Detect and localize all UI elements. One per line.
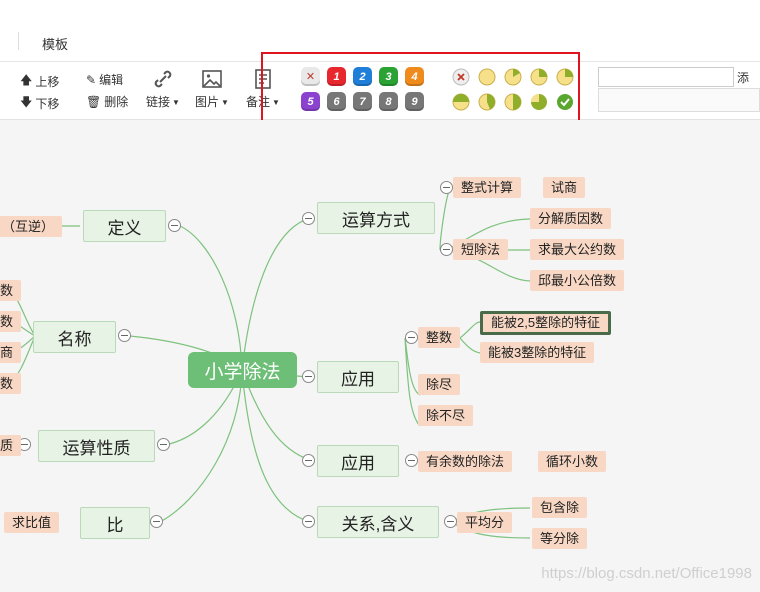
collapse-toggle[interactable] <box>444 515 457 528</box>
leaf-node[interactable]: 有余数的除法 <box>418 451 513 472</box>
node-definition[interactable]: 定义 <box>83 210 166 242</box>
collapse-toggle[interactable] <box>440 243 453 256</box>
collapse-toggle[interactable] <box>440 181 453 194</box>
collapse-toggle[interactable] <box>302 454 315 467</box>
collapse-toggle[interactable] <box>118 329 131 342</box>
collapse-toggle[interactable] <box>405 331 418 344</box>
node-ratio[interactable]: 比 <box>80 507 150 539</box>
leaf-node[interactable]: 数 <box>0 311 22 332</box>
leaf-node[interactable]: 短除法 <box>453 239 509 260</box>
collapse-toggle[interactable] <box>302 515 315 528</box>
leaf-node[interactable]: 除不尽 <box>418 405 474 426</box>
leaf-node[interactable]: 分解质因数 <box>530 208 612 229</box>
mindmap-editor: 模板 🡅 上移 🡇 下移 ✎ 编辑 🗑 删除 链接 ▼ 图片 ▼ 备注 ▼ ✕ … <box>0 0 760 592</box>
leaf-node[interactable]: 数 <box>0 280 22 301</box>
node-relations[interactable]: 关系,含义 <box>317 506 439 538</box>
collapse-toggle[interactable] <box>302 212 315 225</box>
leaf-node[interactable]: 邱最小公倍数 <box>530 270 625 291</box>
leaf-node[interactable]: 试商 <box>543 177 586 198</box>
leaf-node[interactable]: 整数 <box>418 327 461 348</box>
node-properties[interactable]: 运算性质 <box>38 430 155 462</box>
node-application[interactable]: 应用 <box>317 445 399 477</box>
leaf-node[interactable]: （互逆） <box>0 216 63 237</box>
leaf-node[interactable]: 包含除 <box>532 497 588 518</box>
selected-leaf-node[interactable]: 能被2,5整除的特征 <box>480 311 612 335</box>
root-node[interactable]: 小学除法 <box>188 352 297 388</box>
leaf-node[interactable]: 质 <box>0 435 22 456</box>
node-methods[interactable]: 运算方式 <box>317 202 435 234</box>
collapse-toggle[interactable] <box>157 438 170 451</box>
leaf-node[interactable]: 整式计算 <box>453 177 522 198</box>
leaf-node[interactable]: 商 <box>0 342 22 363</box>
watermark: https://blog.csdn.net/Office1998 <box>541 565 752 582</box>
node-application[interactable]: 应用 <box>317 361 399 393</box>
collapse-toggle[interactable] <box>405 454 418 467</box>
node-names[interactable]: 名称 <box>33 321 116 353</box>
collapse-toggle[interactable] <box>168 219 181 232</box>
collapse-toggle[interactable] <box>302 370 315 383</box>
leaf-node[interactable]: 平均分 <box>457 512 513 533</box>
leaf-node[interactable]: 能被3整除的特征 <box>480 342 595 363</box>
mindmap-edges <box>9 187 531 539</box>
leaf-node[interactable]: 数 <box>0 373 22 394</box>
leaf-node[interactable]: 除尽 <box>418 374 461 395</box>
leaf-node[interactable]: 等分除 <box>532 528 588 549</box>
leaf-node[interactable]: 求最大公约数 <box>530 239 625 260</box>
collapse-toggle[interactable] <box>150 515 163 528</box>
leaf-node[interactable]: 循环小数 <box>538 451 607 472</box>
leaf-node[interactable]: 求比值 <box>4 512 60 533</box>
